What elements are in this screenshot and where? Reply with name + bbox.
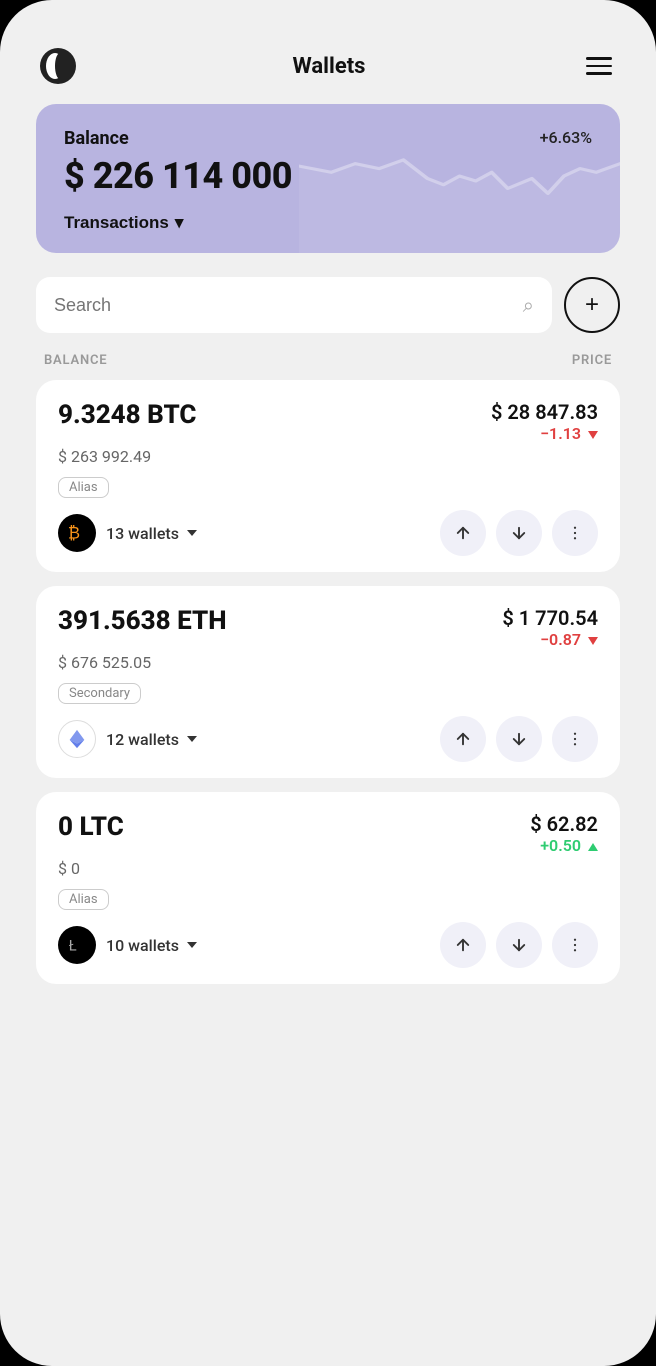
- asset-card: 0 LTC $ 62.82 +0.50 $ 0 Alias Ł 10 walle…: [36, 792, 620, 984]
- search-input[interactable]: [54, 295, 513, 316]
- price-col: $ 28 847.83 −1.13: [491, 400, 598, 443]
- ltc-icon: Ł: [58, 926, 96, 964]
- search-box: ⌕: [36, 277, 552, 333]
- col-balance-header: BALANCE: [44, 353, 107, 368]
- send-button[interactable]: [440, 922, 486, 968]
- table-headers: BALANCE PRICE: [36, 353, 620, 380]
- change-arrow-down-icon: [588, 637, 598, 645]
- price-col: $ 62.82 +0.50: [530, 812, 598, 855]
- asset-footer: ₿ 13 wallets: [58, 510, 598, 556]
- receive-button[interactable]: [496, 922, 542, 968]
- asset-price: $ 28 847.83: [491, 400, 598, 424]
- action-buttons: [440, 716, 598, 762]
- asset-change: +0.50: [530, 836, 598, 855]
- eth-icon: [58, 720, 96, 758]
- asset-change: −1.13: [491, 424, 598, 443]
- phone-frame: Wallets Balance +6.63% $ 226 114 000 Tra…: [0, 0, 656, 1366]
- receive-button[interactable]: [496, 716, 542, 762]
- balance-chart: [299, 104, 620, 253]
- action-buttons: [440, 510, 598, 556]
- app-header: Wallets: [36, 48, 620, 104]
- asset-top: 0 LTC $ 62.82 +0.50: [58, 812, 598, 855]
- asset-usd-value: $ 676 525.05: [58, 653, 598, 672]
- receive-button[interactable]: [496, 510, 542, 556]
- asset-amount: 391.5638 ETH: [58, 606, 227, 636]
- wallet-count[interactable]: 10 wallets: [106, 936, 197, 955]
- asset-amount: 9.3248 BTC: [58, 400, 196, 430]
- asset-list: 9.3248 BTC $ 28 847.83 −1.13 $ 263 992.4…: [36, 380, 620, 998]
- asset-price: $ 1 770.54: [502, 606, 598, 630]
- asset-usd-value: $ 0: [58, 859, 598, 878]
- change-arrow-up-icon: [588, 843, 598, 851]
- app-logo: [40, 48, 76, 84]
- search-icon: ⌕: [523, 293, 534, 317]
- add-wallet-button[interactable]: +: [564, 277, 620, 333]
- more-button[interactable]: [552, 510, 598, 556]
- transactions-label: Transactions: [64, 213, 169, 233]
- menu-line-1: [586, 57, 612, 60]
- send-button[interactable]: [440, 716, 486, 762]
- svg-text:Ł: Ł: [69, 937, 77, 955]
- col-price-header: PRICE: [572, 353, 612, 368]
- page-title: Wallets: [293, 54, 366, 79]
- svg-text:₿: ₿: [68, 525, 80, 544]
- asset-amount: 0 LTC: [58, 812, 124, 842]
- alias-tag: Secondary: [58, 683, 141, 704]
- change-arrow-down-icon: [588, 431, 598, 439]
- asset-top: 391.5638 ETH $ 1 770.54 −0.87: [58, 606, 598, 649]
- action-buttons: [440, 922, 598, 968]
- wallet-count[interactable]: 13 wallets: [106, 524, 197, 543]
- menu-button[interactable]: [582, 53, 616, 79]
- menu-line-3: [586, 72, 612, 75]
- transactions-button[interactable]: Transactions ▾: [64, 213, 183, 233]
- wallet-chevron-icon: [187, 736, 197, 742]
- balance-label: Balance: [64, 128, 129, 149]
- menu-line-2: [586, 65, 612, 68]
- wallet-count[interactable]: 12 wallets: [106, 730, 197, 749]
- more-button[interactable]: [552, 922, 598, 968]
- asset-footer: Ł 10 wallets: [58, 922, 598, 968]
- asset-usd-value: $ 263 992.49: [58, 447, 598, 466]
- search-row: ⌕ +: [36, 277, 620, 333]
- send-button[interactable]: [440, 510, 486, 556]
- more-button[interactable]: [552, 716, 598, 762]
- asset-card: 391.5638 ETH $ 1 770.54 −0.87 $ 676 525.…: [36, 586, 620, 778]
- asset-footer: 12 wallets: [58, 716, 598, 762]
- price-col: $ 1 770.54 −0.87: [502, 606, 598, 649]
- asset-change: −0.87: [502, 630, 598, 649]
- transactions-chevron-icon: ▾: [175, 213, 184, 233]
- wallet-info: Ł 10 wallets: [58, 926, 197, 964]
- asset-price: $ 62.82: [530, 812, 598, 836]
- asset-top: 9.3248 BTC $ 28 847.83 −1.13: [58, 400, 598, 443]
- btc-icon: ₿: [58, 514, 96, 552]
- wallet-chevron-icon: [187, 530, 197, 536]
- alias-tag: Alias: [58, 477, 109, 498]
- alias-tag: Alias: [58, 889, 109, 910]
- asset-card: 9.3248 BTC $ 28 847.83 −1.13 $ 263 992.4…: [36, 380, 620, 572]
- wallet-info: 12 wallets: [58, 720, 197, 758]
- wallet-chevron-icon: [187, 942, 197, 948]
- balance-card: Balance +6.63% $ 226 114 000 Transaction…: [36, 104, 620, 253]
- wallet-info: ₿ 13 wallets: [58, 514, 197, 552]
